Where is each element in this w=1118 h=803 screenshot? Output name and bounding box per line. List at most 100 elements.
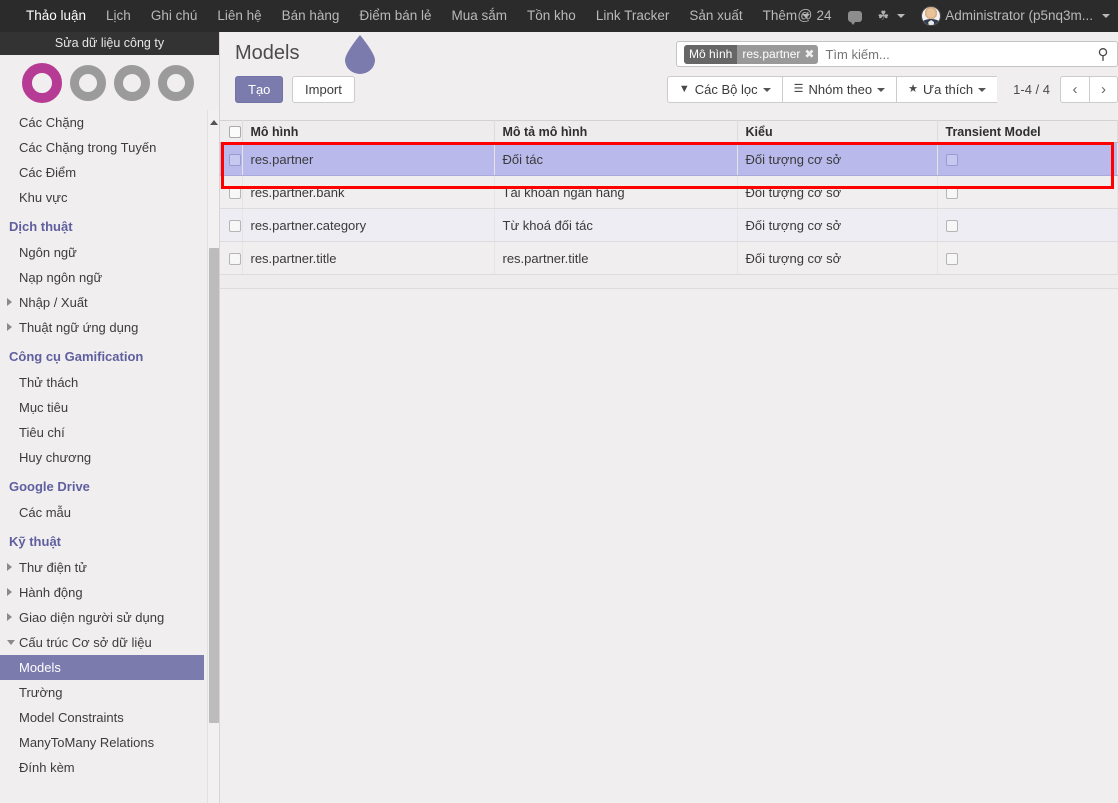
- sidebar-menu: Các Chặng Các Chặng trong Tuyến Các Điểm Kh…: [0, 110, 219, 803]
- sidebar-toggle-cau-truc-csdl[interactable]: Cấu trúc Cơ sở dữ liệu: [0, 630, 219, 655]
- sidebar-item-huy-chuong[interactable]: Huy chương: [0, 445, 219, 470]
- search-facet-model[interactable]: Mô hình res.partner ✖: [684, 44, 819, 64]
- pager-previous-button[interactable]: ‹: [1060, 76, 1089, 103]
- top-nav-systray: @ 24 ☘ Administrator (p5nq3m...: [789, 0, 1118, 32]
- sidebar-item-muc-tieu[interactable]: Mục tiêu: [0, 395, 219, 420]
- sidebar-item-nap-ngon-ngu[interactable]: Nạp ngôn ngữ: [0, 265, 219, 290]
- sidebar-item-cac-mau[interactable]: Các mẫu: [0, 500, 219, 525]
- groupby-button[interactable]: ☰ Nhóm theo: [781, 76, 897, 103]
- select-all-header: [220, 120, 243, 143]
- transient-checkbox[interactable]: [945, 187, 958, 200]
- sidebar-item-label: Models: [19, 660, 61, 675]
- chevron-down-icon: [978, 87, 987, 92]
- search-icon[interactable]: ⚲: [1093, 45, 1113, 63]
- progress-ring-4[interactable]: [158, 64, 194, 101]
- sidebar-item-ngon-ngu[interactable]: Ngôn ngữ: [0, 240, 219, 265]
- table-row[interactable]: res.partner Đối tác Đối tượng cơ sở: [220, 142, 1118, 176]
- column-header-transient[interactable]: Transient Model: [937, 120, 1118, 143]
- at-icon: @: [797, 7, 813, 24]
- pager-next-button[interactable]: ›: [1089, 76, 1118, 103]
- sidebar-item-cac-diem[interactable]: Các Điểm: [0, 160, 219, 185]
- sidebar-item-label: Giao diện người sử dụng: [19, 610, 165, 625]
- sidebar-section-ky-thuat: Kỹ thuật: [0, 525, 219, 555]
- search-bar[interactable]: Mô hình res.partner ✖ ⚲: [676, 41, 1118, 67]
- sidebar-item-dinh-kem[interactable]: Đính kèm: [0, 755, 219, 780]
- sidebar-item-label: Hành động: [19, 585, 83, 600]
- nav-calendar[interactable]: Lịch: [96, 0, 141, 32]
- nav-notes[interactable]: Ghi chú: [141, 0, 208, 32]
- nav-contacts[interactable]: Liên hệ: [207, 0, 271, 32]
- sidebar-item-tieu-chi[interactable]: Tiêu chí: [0, 420, 219, 445]
- create-button[interactable]: Tạo: [235, 76, 284, 103]
- cell-transient: [937, 175, 1118, 209]
- messages-button[interactable]: [840, 0, 870, 32]
- chevron-left-icon: ‹: [1072, 81, 1078, 98]
- column-header-kind[interactable]: Kiểu: [737, 120, 938, 143]
- top-nav-menu: Thảo luận Lịch Ghi chú Liên hệ Bán hàng Điểm …: [0, 0, 820, 32]
- debug-menu[interactable]: ☘: [870, 0, 914, 32]
- nav-sales[interactable]: Bán hàng: [272, 0, 350, 32]
- favorites-button[interactable]: ★ Ưa thích: [896, 76, 998, 103]
- sidebar-toggle-hanh-dong[interactable]: Hành động: [0, 580, 219, 605]
- sidebar-scrollbar[interactable]: [207, 110, 219, 803]
- scroll-up-icon[interactable]: [210, 120, 218, 125]
- sidebar-item-label: Mục tiêu: [19, 400, 69, 415]
- search-facet-key: Mô hình: [684, 44, 738, 64]
- page-title: Models: [235, 42, 300, 64]
- row-select-cell: [220, 142, 243, 176]
- sidebar-item-label: ManyToMany Relations: [19, 735, 155, 750]
- column-header-description[interactable]: Mô tả mô hình: [494, 120, 738, 143]
- sidebar-toggle-nhap-xuat[interactable]: Nhập / Xuất: [0, 290, 219, 315]
- sidebar-item-manytomany-relations[interactable]: ManyToMany Relations: [0, 730, 219, 755]
- cell-transient: [937, 241, 1118, 275]
- search-input[interactable]: [824, 46, 1093, 62]
- table-row[interactable]: res.partner.title res.partner.title Đối tư…: [220, 241, 1118, 275]
- nav-discuss[interactable]: Thảo luận: [0, 0, 96, 32]
- cell-kind: Đối tượng cơ sở: [737, 241, 938, 275]
- row-checkbox[interactable]: [229, 253, 241, 266]
- transient-checkbox[interactable]: [945, 220, 958, 233]
- transient-checkbox[interactable]: [945, 253, 958, 266]
- row-checkbox[interactable]: [229, 154, 241, 167]
- nav-pos[interactable]: Điểm bán lẻ: [349, 0, 441, 32]
- progress-ring-1[interactable]: [22, 62, 62, 103]
- sidebar-toggle-giao-dien[interactable]: Giao diện người sử dụng: [0, 605, 219, 630]
- select-all-checkbox[interactable]: [229, 126, 241, 139]
- sidebar-item-model-constraints[interactable]: Model Constraints: [0, 705, 219, 730]
- sidebar-item-label: Các Chặng trong Tuyến: [19, 140, 157, 155]
- nav-inventory[interactable]: Tồn kho: [517, 0, 586, 32]
- sidebar-toggle-thu-dien-tu[interactable]: Thư điện tử: [0, 555, 219, 580]
- sidebar-item-models[interactable]: Models: [0, 655, 204, 680]
- search-facet-value-text: res.partner: [742, 46, 801, 61]
- row-checkbox[interactable]: [229, 187, 241, 200]
- edit-company-data-bar[interactable]: Sửa dữ liệu công ty: [0, 32, 219, 55]
- sidebar-item-cac-chang[interactable]: Các Chặng: [0, 110, 219, 135]
- column-header-model[interactable]: Mô hình: [242, 120, 495, 143]
- sidebar-item-cac-chang-trong-tuyen[interactable]: Các Chặng trong Tuyến: [0, 135, 219, 160]
- user-avatar: [921, 6, 942, 26]
- nav-manufacturing[interactable]: Sản xuất: [679, 0, 752, 32]
- table-row[interactable]: res.partner.bank Tài khoản ngân hàng Đối t…: [220, 175, 1118, 209]
- sidebar-item-label: Nạp ngôn ngữ: [19, 270, 103, 285]
- import-button[interactable]: Import: [292, 76, 355, 103]
- chevron-down-icon: [7, 640, 15, 645]
- progress-ring-3[interactable]: [114, 64, 150, 101]
- chevron-right-icon: [7, 613, 12, 621]
- user-menu-label: Administrator (p5nq3m...: [945, 8, 1093, 23]
- table-row[interactable]: res.partner.category Từ khoá đối tác Đối t…: [220, 208, 1118, 242]
- progress-ring-2[interactable]: [70, 64, 106, 101]
- nav-link-tracker[interactable]: Link Tracker: [586, 0, 680, 32]
- nav-purchase[interactable]: Mua sắm: [442, 0, 518, 32]
- sidebar-toggle-thuat-ngu-ung-dung[interactable]: Thuật ngữ ứng dụng: [0, 315, 219, 340]
- user-menu[interactable]: Administrator (p5nq3m...: [913, 0, 1118, 32]
- sidebar-item-thu-thach[interactable]: Thử thách: [0, 370, 219, 395]
- filters-button[interactable]: ▼ Các Bộ lọc: [666, 76, 782, 103]
- row-select-cell: [220, 241, 243, 275]
- scrollbar-thumb[interactable]: [209, 248, 219, 723]
- sidebar-item-truong[interactable]: Trường: [0, 680, 219, 705]
- close-icon[interactable]: ✖: [804, 45, 814, 64]
- sidebar-item-khu-vuc[interactable]: Khu vực: [0, 185, 219, 210]
- row-checkbox[interactable]: [229, 220, 241, 233]
- transient-checkbox[interactable]: [945, 154, 958, 167]
- mentions-counter[interactable]: @ 24: [789, 0, 839, 32]
